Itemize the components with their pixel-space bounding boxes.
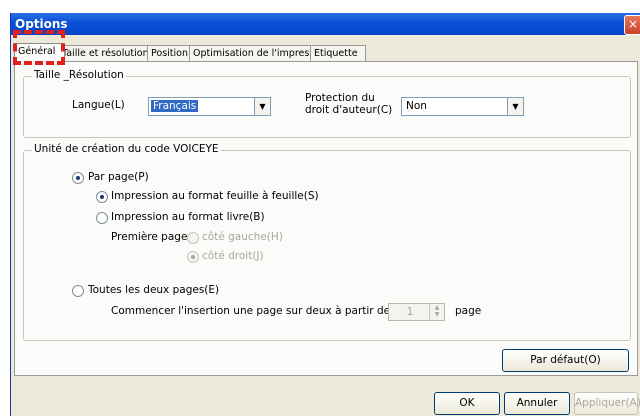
feuille-label[interactable]: Impression au format feuille à feuille(S… (111, 190, 319, 202)
par-page-label[interactable]: Par page(P) (88, 171, 149, 183)
langue-value: Français (151, 100, 199, 112)
cote-gauche-radio[interactable] (187, 232, 199, 244)
feuille-radio[interactable] (96, 191, 108, 203)
premiere-page-label: Première page (111, 231, 188, 243)
close-icon[interactable]: × (624, 15, 640, 35)
spin-arrows-icon[interactable]: ▲ ▼ (429, 304, 444, 320)
cote-gauche-label[interactable]: côté gauche(H) (202, 231, 283, 243)
appliquer-button: Appliquer(A) (574, 392, 640, 415)
voiceye-group: Unité de création du code VOICEYE Par pa… (23, 143, 631, 341)
tab-panel-general: Taille _Résolution Langue(L) Français ▼ … (14, 61, 638, 376)
tab-optimisation[interactable]: Optimisation de l'impression (189, 45, 329, 62)
cote-droit-label[interactable]: côté droit(J) (202, 250, 264, 262)
cote-droit-radio[interactable] (187, 251, 199, 263)
group-title-voiceye: Unité de création du code VOICEYE (32, 143, 221, 155)
livre-label[interactable]: Impression au format livre(B) (111, 211, 265, 223)
protection-select[interactable]: Non ▼ (401, 97, 524, 116)
window-title: Options (15, 17, 68, 31)
taille-resolution-group: Taille _Résolution Langue(L) Français ▼ … (23, 69, 631, 138)
langue-label: Langue(L) (72, 99, 125, 111)
par-defaut-button[interactable]: Par défaut(O) (502, 349, 629, 372)
chevron-down-icon[interactable]: ▼ (507, 98, 523, 115)
annuler-button[interactable]: Annuler (504, 392, 570, 415)
tab-general[interactable]: Général (14, 43, 65, 63)
commencer-label: Commencer l'insertion une page sur deux … (111, 305, 419, 317)
group-title-taille: Taille _Résolution (32, 69, 126, 81)
tab-etiquette[interactable]: Etiquette (310, 45, 366, 62)
protection-value: Non (406, 100, 427, 112)
title-bar[interactable]: Options (11, 13, 640, 35)
toutes-radio[interactable] (72, 285, 84, 297)
protection-label-line2: droit d'auteur(C) (305, 104, 393, 116)
tab-taille-resolution[interactable]: Taille et résolution (58, 45, 154, 62)
toutes-label[interactable]: Toutes les deux pages(E) (88, 284, 219, 296)
chevron-down-icon[interactable]: ▼ (254, 98, 270, 115)
par-page-radio[interactable] (72, 172, 84, 184)
commencer-value[interactable]: 1 (395, 305, 425, 318)
ok-button[interactable]: OK (434, 392, 500, 415)
protection-label-line1: Protection du (305, 92, 375, 104)
page-unit-label: page (455, 305, 482, 317)
commencer-spinner[interactable]: 1 ▲ ▼ (388, 303, 445, 321)
langue-select[interactable]: Français ▼ (148, 97, 271, 116)
livre-radio[interactable] (96, 212, 108, 224)
